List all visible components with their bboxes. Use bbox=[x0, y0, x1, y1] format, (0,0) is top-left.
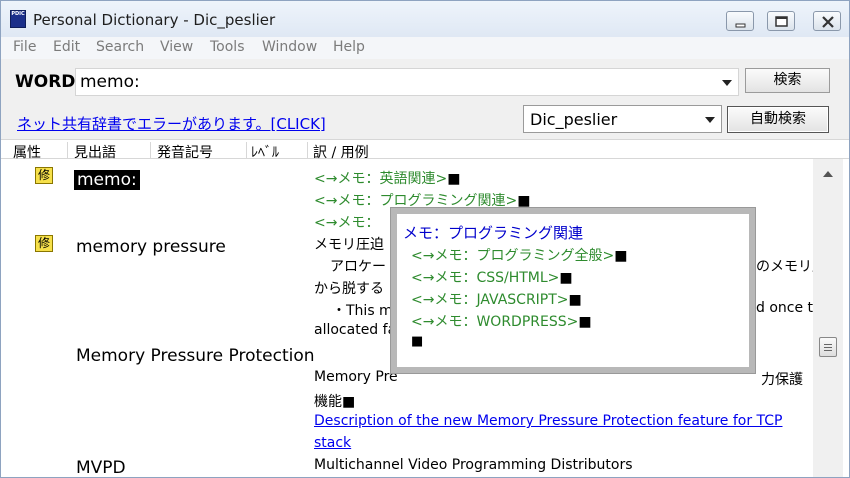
menu-help[interactable]: Help bbox=[333, 39, 365, 55]
scroll-up-icon[interactable] bbox=[823, 171, 833, 177]
column-divider[interactable] bbox=[150, 142, 151, 158]
app-window: PDIC Personal Dictionary - Dic_peslier F… bbox=[0, 0, 850, 478]
menu-tools[interactable]: Tools bbox=[210, 39, 245, 55]
maximize-button[interactable] bbox=[767, 11, 795, 31]
entry-text-line: d once the number of pages bbox=[756, 300, 813, 316]
popup-title[interactable]: メモ：プログラミング関連 bbox=[403, 222, 583, 243]
popup-end-mark: ■ bbox=[411, 334, 424, 349]
entry-text-line: allocated fa bbox=[314, 322, 397, 338]
entry-text-line: から脱する bbox=[314, 281, 384, 297]
window-title: Personal Dictionary - Dic_peslier bbox=[33, 11, 276, 29]
entry-text-line: Multichannel Video Programming Distribut… bbox=[314, 457, 633, 473]
word-input[interactable]: memo: bbox=[75, 68, 739, 96]
close-button[interactable] bbox=[813, 11, 841, 31]
word-bar: WORD memo: 検索 bbox=[1, 59, 849, 103]
status-bar: ネット共有辞書でエラーがあります。[CLICK] Dic_peslier 自動検… bbox=[1, 103, 849, 139]
auto-search-button[interactable]: 自動検索 bbox=[727, 106, 829, 133]
column-divider[interactable] bbox=[307, 142, 308, 158]
column-header: 属性 見出語 発音記号 ﾚﾍﾞﾙ 訳 / 用例 bbox=[1, 139, 849, 161]
column-divider[interactable] bbox=[67, 142, 68, 158]
reference-popup: メモ：プログラミング関連 <→メモ：プログラミング全般>■ <→メモ：CSS/H… bbox=[391, 208, 755, 373]
dictionary-select[interactable]: Dic_peslier bbox=[523, 105, 722, 133]
minimize-icon bbox=[735, 23, 746, 28]
popup-ref-line[interactable]: <→メモ：WORDPRESS>■ bbox=[411, 311, 592, 331]
menu-file[interactable]: File bbox=[13, 39, 36, 55]
entry-headword[interactable]: Memory Pressure Protection bbox=[76, 346, 315, 366]
entry-text-line: Memory Pre bbox=[314, 369, 398, 385]
app-icon: PDIC bbox=[10, 10, 26, 28]
scroll-thumb[interactable] bbox=[819, 337, 837, 357]
entry-ref-line[interactable]: <→メモ：プログラミング関連>■ bbox=[314, 190, 530, 210]
minimize-button[interactable] bbox=[726, 11, 754, 31]
modified-badge: 修 bbox=[35, 235, 53, 252]
popup-ref-line[interactable]: <→メモ：プログラミング全般>■ bbox=[411, 245, 627, 265]
modified-badge: 修 bbox=[35, 167, 53, 184]
entry-ref-line[interactable]: <→メモ：英語関連>■ bbox=[314, 168, 460, 188]
dictionary-select-value: Dic_peslier bbox=[530, 110, 618, 129]
word-input-value: memo: bbox=[80, 72, 140, 92]
entry-headword[interactable]: MVPD bbox=[76, 458, 126, 477]
entry-link[interactable]: Description of the new Memory Pressure P… bbox=[314, 413, 782, 429]
title-bar: PDIC Personal Dictionary - Dic_peslier bbox=[1, 1, 849, 37]
menu-bar: File Edit Search View Tools Window Help bbox=[1, 37, 849, 59]
entry-headword-selected[interactable]: memo: bbox=[74, 170, 140, 190]
entry-ref-line[interactable]: <→メモ： bbox=[314, 212, 379, 232]
menu-window[interactable]: Window bbox=[262, 39, 317, 55]
menu-edit[interactable]: Edit bbox=[53, 39, 80, 55]
menu-search[interactable]: Search bbox=[96, 39, 144, 55]
menu-view[interactable]: View bbox=[160, 39, 193, 55]
column-divider[interactable] bbox=[246, 142, 247, 158]
chevron-down-icon[interactable] bbox=[705, 117, 715, 123]
popup-ref-line[interactable]: <→メモ：CSS/HTML>■ bbox=[411, 267, 573, 287]
entry-text-line: 機能■ bbox=[314, 394, 356, 410]
vertical-scrollbar[interactable] bbox=[813, 159, 843, 477]
entry-text-line: メモリ圧迫 bbox=[314, 237, 384, 253]
search-button[interactable]: 検索 bbox=[745, 68, 830, 93]
close-icon bbox=[822, 16, 834, 28]
entry-link[interactable]: stack bbox=[314, 435, 351, 451]
entry-text-line: 力保護 bbox=[761, 372, 803, 388]
popup-ref-line[interactable]: <→メモ：JAVASCRIPT>■ bbox=[411, 289, 582, 309]
word-label: WORD bbox=[15, 72, 76, 92]
maximize-icon bbox=[775, 16, 788, 27]
chevron-down-icon[interactable] bbox=[722, 80, 732, 86]
entry-text-line: のメモリ圧迫状態 bbox=[756, 259, 813, 275]
entry-text-line: アロケー bbox=[330, 259, 386, 275]
entry-headword[interactable]: memory pressure bbox=[76, 237, 226, 257]
error-link[interactable]: ネット共有辞書でエラーがあります。[CLICK] bbox=[17, 113, 326, 134]
